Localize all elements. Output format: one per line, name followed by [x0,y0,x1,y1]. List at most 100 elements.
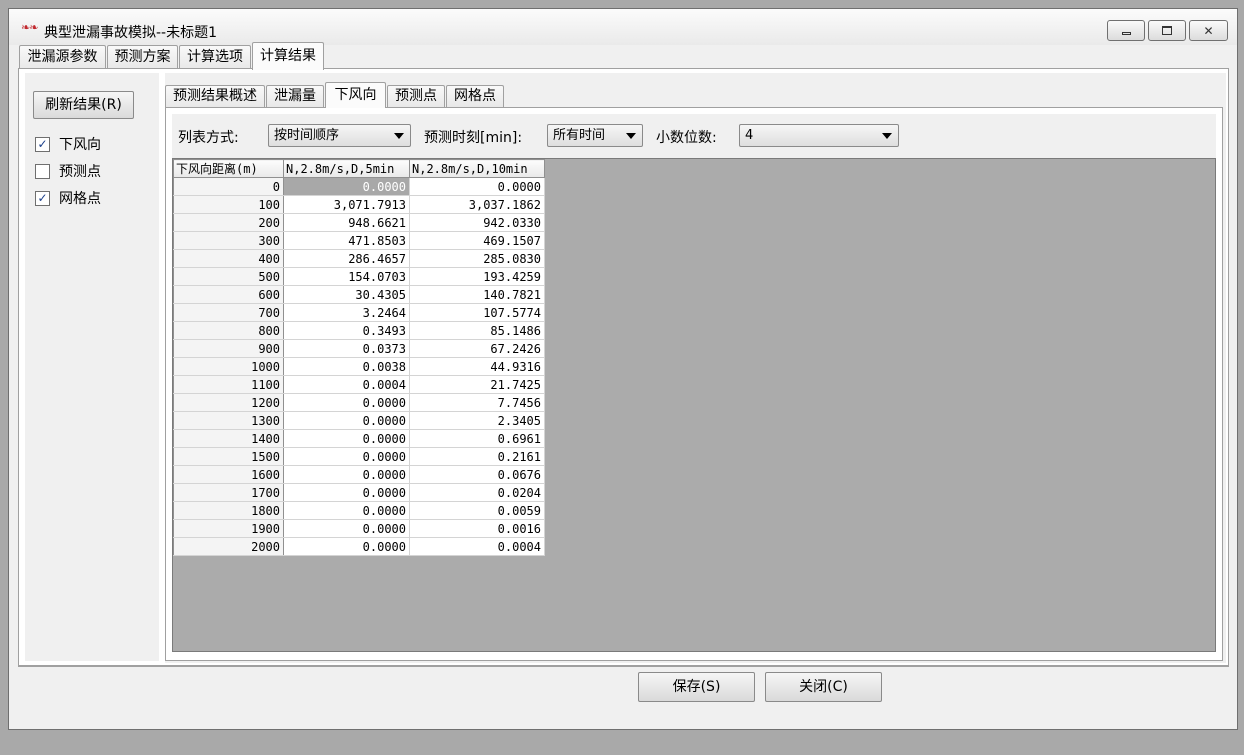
table-row[interactable]: 600 30.4305 140.7821 [173,285,545,304]
table-cell[interactable]: 7.7456 [409,393,545,412]
table-row[interactable]: 1500 0.0000 0.2161 [173,447,545,466]
results-grid-area[interactable]: 下风向距离(m) N,2.8m/s,D,5min N,2.8m/s,D,10mi… [172,158,1216,652]
column-header[interactable]: N,2.8m/s,D,5min [283,159,410,178]
table-cell[interactable]: 948.6621 [283,213,410,232]
row-header-cell[interactable]: 1800 [173,501,284,520]
table-cell[interactable]: 942.0330 [409,213,545,232]
table-cell[interactable]: 0.0204 [409,483,545,502]
table-cell[interactable]: 286.4657 [283,249,410,268]
tab-calc-results[interactable]: 计算结果 [252,42,324,70]
table-cell[interactable]: 67.2426 [409,339,545,358]
refresh-results-button[interactable]: 刷新结果(R) [33,91,134,119]
table-cell[interactable]: 0.0000 [283,501,410,520]
table-row[interactable]: 1400 0.0000 0.6961 [173,429,545,448]
table-cell[interactable]: 0.0038 [283,357,410,376]
table-row[interactable]: 1900 0.0000 0.0016 [173,519,545,538]
table-cell[interactable]: 2.3405 [409,411,545,430]
table-cell[interactable]: 0.0000 [283,447,410,466]
row-header-cell[interactable]: 2000 [173,537,284,556]
table-row[interactable]: 800 0.3493 85.1486 [173,321,545,340]
checkbox-checked-icon[interactable]: ✓ [35,136,50,152]
table-cell[interactable]: 471.8503 [283,231,410,250]
table-cell[interactable]: 469.1507 [409,231,545,250]
row-header-cell[interactable]: 1500 [173,447,284,466]
close-button[interactable]: 关闭(C) [765,672,882,702]
table-cell[interactable]: 0.0676 [409,465,545,484]
table-cell[interactable]: 140.7821 [409,285,545,304]
table-cell[interactable]: 3,071.7913 [283,195,410,214]
table-cell[interactable]: 0.0000 [283,411,410,430]
row-header-cell[interactable]: 1700 [173,483,284,502]
table-cell[interactable]: 0.6961 [409,429,545,448]
tab-forecast-points[interactable]: 预测点 [387,85,445,107]
table-row[interactable]: 400 286.4657 285.0830 [173,249,545,268]
table-row[interactable]: 100 3,071.7913 3,037.1862 [173,195,545,214]
table-cell[interactable]: 30.4305 [283,285,410,304]
row-header-cell[interactable]: 100 [173,195,284,214]
row-header-cell[interactable]: 0 [173,177,284,196]
tab-leak-source-params[interactable]: 泄漏源参数 [19,45,106,69]
row-header-cell[interactable]: 700 [173,303,284,322]
table-row[interactable]: 1300 0.0000 2.3405 [173,411,545,430]
table-row[interactable]: 2000 0.0000 0.0004 [173,537,545,556]
table-row[interactable]: 900 0.0373 67.2426 [173,339,545,358]
table-cell[interactable]: 0.0000 [283,429,410,448]
table-cell[interactable]: 0.3493 [283,321,410,340]
tab-grid-points[interactable]: 网格点 [446,85,504,107]
list-mode-select[interactable]: 按时间顺序 [268,124,411,147]
table-cell[interactable]: 44.9316 [409,357,545,376]
table-row[interactable]: 300 471.8503 469.1507 [173,231,545,250]
table-cell[interactable]: 0.0000 [283,393,410,412]
table-cell[interactable]: 0.0059 [409,501,545,520]
table-row[interactable]: 700 3.2464 107.5774 [173,303,545,322]
row-header-cell[interactable]: 1300 [173,411,284,430]
row-header-cell[interactable]: 1900 [173,519,284,538]
table-cell[interactable]: 3.2464 [283,303,410,322]
table-row[interactable]: 0 0.0000 0.0000 [173,177,545,196]
title-bar[interactable]: ❧❧ 典型泄漏事故模拟--未标题1 ✕ [9,9,1237,45]
table-cell[interactable]: 0.0000 [283,465,410,484]
maximize-button[interactable] [1148,20,1186,41]
forecast-time-select[interactable]: 所有时间 [547,124,643,147]
table-row[interactable]: 200 948.6621 942.0330 [173,213,545,232]
table-cell[interactable]: 0.0000 [283,537,410,556]
checkbox-downwind[interactable]: ✓ 下风向 [35,135,101,153]
table-cell[interactable]: 285.0830 [409,249,545,268]
minimize-button[interactable] [1107,20,1145,41]
table-cell[interactable]: 0.0000 [409,177,545,196]
row-header-cell[interactable]: 1400 [173,429,284,448]
table-cell[interactable]: 193.4259 [409,267,545,286]
table-cell[interactable]: 0.0000 [283,483,410,502]
row-header-cell[interactable]: 900 [173,339,284,358]
row-header-cell[interactable]: 600 [173,285,284,304]
table-row[interactable]: 1200 0.0000 7.7456 [173,393,545,412]
table-row[interactable]: 1100 0.0004 21.7425 [173,375,545,394]
row-header-cell[interactable]: 200 [173,213,284,232]
table-cell[interactable]: 85.1486 [409,321,545,340]
close-window-button[interactable]: ✕ [1189,20,1228,41]
save-button[interactable]: 保存(S) [638,672,755,702]
tab-calc-options[interactable]: 计算选项 [179,45,251,69]
column-header[interactable]: N,2.8m/s,D,10min [409,159,545,178]
table-cell[interactable]: 0.0016 [409,519,545,538]
row-header-cell[interactable]: 300 [173,231,284,250]
row-header-cell[interactable]: 800 [173,321,284,340]
table-cell[interactable]: 3,037.1862 [409,195,545,214]
checkbox-forecast-points[interactable]: 预测点 [35,162,101,180]
decimals-select[interactable]: 4 [739,124,899,147]
table-cell[interactable]: 0.0000 [283,519,410,538]
row-header-cell[interactable]: 500 [173,267,284,286]
table-row[interactable]: 500 154.0703 193.4259 [173,267,545,286]
column-header[interactable]: 下风向距离(m) [173,159,284,178]
tab-downwind[interactable]: 下风向 [325,82,386,108]
table-cell[interactable]: 0.2161 [409,447,545,466]
row-header-cell[interactable]: 1100 [173,375,284,394]
row-header-cell[interactable]: 1200 [173,393,284,412]
table-cell[interactable]: 107.5774 [409,303,545,322]
row-header-cell[interactable]: 1000 [173,357,284,376]
table-cell[interactable]: 0.0004 [409,537,545,556]
row-header-cell[interactable]: 1600 [173,465,284,484]
table-cell[interactable]: 0.0373 [283,339,410,358]
table-row[interactable]: 1000 0.0038 44.9316 [173,357,545,376]
row-header-cell[interactable]: 400 [173,249,284,268]
